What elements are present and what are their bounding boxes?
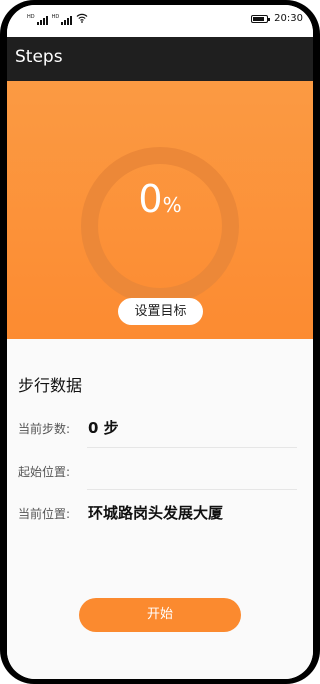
progress-panel: 0% 设置目标 xyxy=(7,81,313,339)
set-goal-button[interactable]: 设置目标 xyxy=(118,298,203,325)
row-divider xyxy=(87,447,297,448)
section-title: 步行数据 xyxy=(18,376,83,395)
status-bar: HD HD 20:30 xyxy=(7,5,313,37)
app-title: Steps xyxy=(15,47,63,67)
screen: HD HD 20:30 Steps 0% 设置目标 步行数据 当前步数: 0 步… xyxy=(7,5,313,679)
status-left: HD HD xyxy=(27,13,88,26)
progress-ring xyxy=(81,147,239,305)
current-location-label: 当前位置: xyxy=(18,507,71,521)
wifi-icon xyxy=(76,13,88,26)
device-frame: HD HD 20:30 Steps 0% 设置目标 步行数据 当前步数: 0 步… xyxy=(0,0,320,684)
progress-unit: % xyxy=(162,193,182,217)
start-location-label: 起始位置: xyxy=(18,465,71,479)
progress-text: 0% xyxy=(81,180,239,218)
row-divider xyxy=(87,489,297,490)
current-location-row: 当前位置: 环城路岗头发展大厦 xyxy=(18,501,298,543)
status-time: 20:30 xyxy=(274,13,303,24)
signal-2-label: HD xyxy=(51,13,60,20)
start-location-row: 起始位置: xyxy=(18,459,298,501)
status-right: 20:30 xyxy=(251,13,303,24)
current-steps-value: 0 步 xyxy=(88,419,119,437)
signal-strength-icon-2: HD xyxy=(51,13,73,25)
app-bar: Steps xyxy=(7,37,313,81)
progress-value: 0 xyxy=(138,177,163,221)
signal-1-label: HD xyxy=(27,13,35,20)
signal-strength-icon: HD xyxy=(27,13,48,25)
battery-icon xyxy=(251,14,271,23)
step-data-section: 步行数据 当前步数: 0 步 起始位置: 当前位置: 环城路岗头发展大厦 开始 xyxy=(7,339,313,679)
current-steps-row: 当前步数: 0 步 xyxy=(18,416,298,458)
start-button[interactable]: 开始 xyxy=(79,598,241,632)
current-steps-label: 当前步数: xyxy=(18,422,71,436)
battery-fill xyxy=(253,16,265,21)
current-location-value: 环城路岗头发展大厦 xyxy=(88,504,224,522)
